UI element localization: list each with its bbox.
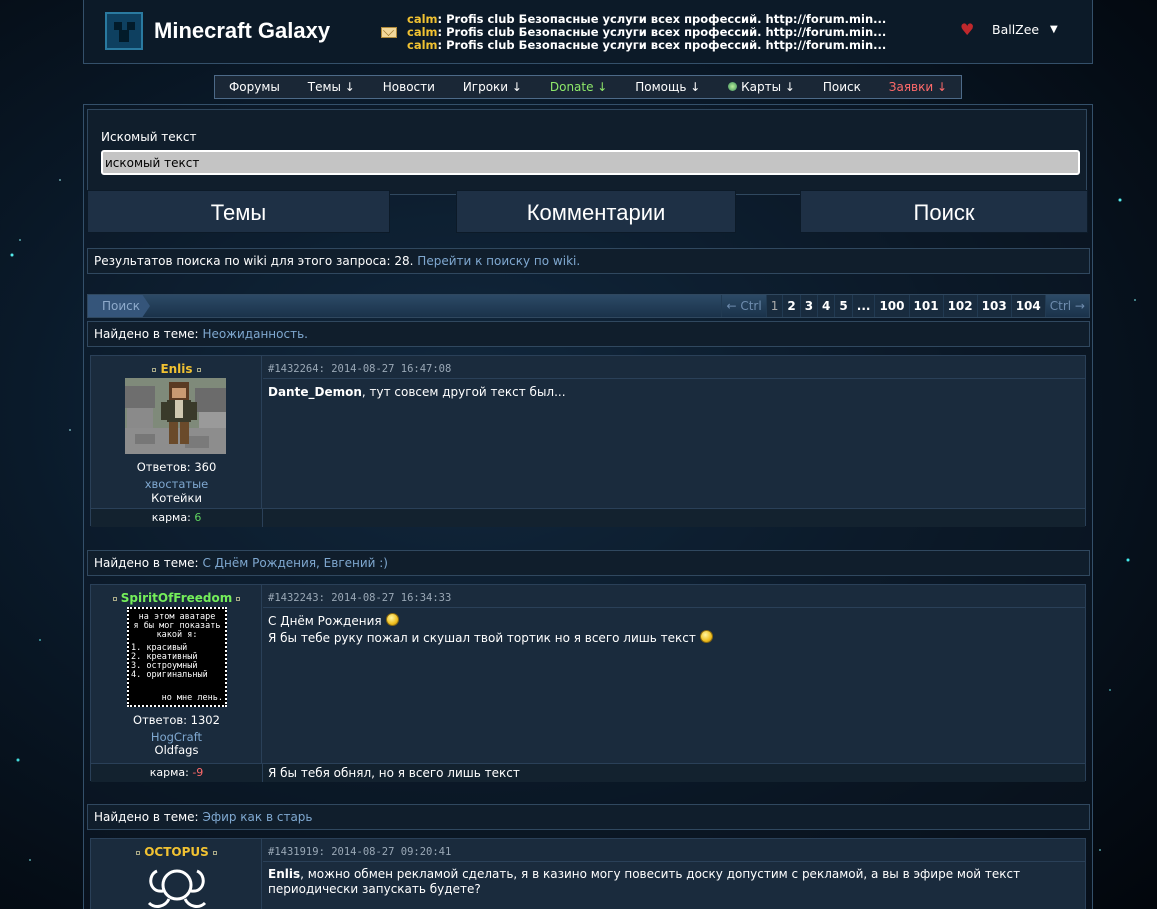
- pager-page[interactable]: 5: [834, 295, 852, 317]
- pagination: Поиск ← Ctrl 1 2 3 4 5 ... 100 101 102 1…: [87, 294, 1090, 318]
- nav-players[interactable]: Игроки ↓: [463, 80, 522, 94]
- author-name[interactable]: Enlis: [91, 362, 262, 376]
- search-result-post: Enlis Ответов: 360 хвостатые Котейки #14…: [90, 355, 1086, 527]
- user-rank: Котейки: [151, 491, 202, 505]
- pager-next[interactable]: Ctrl →: [1044, 295, 1089, 317]
- mention[interactable]: Enlis: [268, 867, 300, 881]
- search-result-post: OCTOPUS #1431919: 2014-08-27 09:20:41 En…: [90, 838, 1086, 909]
- nav-maps[interactable]: Карты ↓: [728, 80, 795, 94]
- search-input[interactable]: [101, 150, 1080, 175]
- found-in-topic-bar: Найдено в теме: Эфир как в старь: [87, 804, 1090, 830]
- search-button[interactable]: Поиск: [800, 190, 1088, 233]
- nav-requests[interactable]: Заявки ↓: [889, 80, 947, 94]
- topic-link[interactable]: Неожиданность.: [202, 327, 308, 341]
- laugh-smiley-icon: [385, 613, 399, 626]
- pager-page[interactable]: 101: [908, 295, 943, 317]
- shoutbox-line[interactable]: calm: Profis club Безопасные услуги всех…: [407, 38, 887, 52]
- pager-prev[interactable]: ← Ctrl: [721, 295, 765, 317]
- post-body: Dante_Demon, тут совсем другой текст был…: [268, 385, 566, 399]
- avatar[interactable]: [139, 863, 215, 909]
- user-name[interactable]: BallZee: [992, 22, 1039, 37]
- signature: Я бы тебя обнял, но я всего лишь текст: [268, 766, 520, 780]
- post-meta[interactable]: #1432243: 2014-08-27 16:34:33: [263, 585, 1085, 608]
- sad-smiley-icon: [699, 630, 713, 643]
- topic-link[interactable]: Эфир как в старь: [202, 810, 312, 824]
- avatar[interactable]: [125, 378, 226, 454]
- user-menu-chevron-down-icon[interactable]: ▼: [1050, 24, 1058, 35]
- author-name[interactable]: SpiritOfFreedom: [91, 591, 262, 605]
- search-result-post: SpiritOfFreedom на этом аватаре я бы мог…: [90, 584, 1086, 782]
- answers-count: Ответов: 360: [136, 460, 217, 474]
- pager-page: 1: [765, 295, 783, 317]
- pager-page[interactable]: 3: [799, 295, 818, 317]
- wiki-search-link[interactable]: Перейти к поиску по wiki.: [417, 254, 580, 268]
- avatar[interactable]: на этом аватаре я бы мог показать какой …: [127, 607, 227, 707]
- mention[interactable]: Dante_Demon: [268, 385, 362, 399]
- pager-page[interactable]: 104: [1010, 295, 1045, 317]
- author-name[interactable]: OCTOPUS: [91, 845, 262, 859]
- site-title[interactable]: Minecraft Galaxy: [154, 18, 330, 44]
- user-rank: Oldfags: [154, 743, 199, 757]
- pager-page[interactable]: 103: [976, 295, 1011, 317]
- karma-row: карма: 6: [91, 508, 1085, 527]
- pager-page[interactable]: 2: [782, 295, 800, 317]
- shoutbox-line[interactable]: calm: Profis club Безопасные услуги всех…: [407, 12, 887, 26]
- pager-page[interactable]: 4: [817, 295, 835, 317]
- creeper-logo-icon[interactable]: [105, 12, 143, 50]
- nav-topics[interactable]: Темы ↓: [308, 80, 355, 94]
- pager-page[interactable]: 102: [942, 295, 977, 317]
- nav-forums[interactable]: Форумы: [229, 80, 280, 94]
- karma: карма: 6: [151, 511, 202, 524]
- search-topics-button[interactable]: Темы: [87, 190, 390, 233]
- main-content: Искомый текст Темы Комментарии Поиск Рез…: [83, 104, 1093, 909]
- pager-ellipsis: ...: [851, 295, 875, 317]
- search-panel: Искомый текст: [87, 109, 1087, 195]
- user-avatar-icon[interactable]: ♥: [960, 20, 974, 39]
- nav-search[interactable]: Поиск: [823, 80, 861, 94]
- karma: карма: -9: [149, 766, 204, 779]
- topic-link[interactable]: С Днём Рождения, Евгений :): [202, 556, 388, 570]
- shoutbox-line[interactable]: calm: Profis club Безопасные услуги всех…: [407, 25, 887, 39]
- found-in-topic-bar: Найдено в теме: С Днём Рождения, Евгений…: [87, 550, 1090, 576]
- post-meta[interactable]: #1431919: 2014-08-27 09:20:41: [263, 839, 1085, 862]
- mail-icon[interactable]: [381, 27, 397, 38]
- pager-page[interactable]: 100: [874, 295, 909, 317]
- nav-help[interactable]: Помощь ↓: [635, 80, 700, 94]
- globe-icon: [728, 82, 738, 91]
- post-meta[interactable]: #1432264: 2014-08-27 16:47:08: [263, 356, 1085, 379]
- wiki-results-bar: Результатов поиска по wiki для этого зап…: [87, 248, 1090, 274]
- main-nav: Форумы Темы ↓ Новости Игроки ↓ Donate ↓ …: [214, 75, 962, 99]
- pager-search-label[interactable]: Поиск: [88, 295, 150, 317]
- answers-count: Ответов: 1302: [133, 713, 220, 727]
- clan-link[interactable]: хвостатые: [91, 477, 262, 491]
- nav-donate[interactable]: Donate ↓: [550, 80, 608, 94]
- nav-news[interactable]: Новости: [383, 80, 435, 94]
- clan-link[interactable]: HogCraft: [91, 730, 262, 744]
- search-comments-button[interactable]: Комментарии: [456, 190, 736, 233]
- search-label: Искомый текст: [101, 130, 197, 144]
- karma-row: карма: -9 Я бы тебя обнял, но я всего ли…: [91, 763, 1085, 782]
- post-body: С Днём Рождения Я бы тебе руку пожал и с…: [268, 613, 1077, 647]
- post-body: Enlis, можно обмен рекламой сделать, я в…: [268, 867, 1021, 896]
- site-header: Minecraft Galaxy calm: Profis club Безоп…: [83, 0, 1093, 64]
- found-in-topic-bar: Найдено в теме: Неожиданность.: [87, 321, 1090, 347]
